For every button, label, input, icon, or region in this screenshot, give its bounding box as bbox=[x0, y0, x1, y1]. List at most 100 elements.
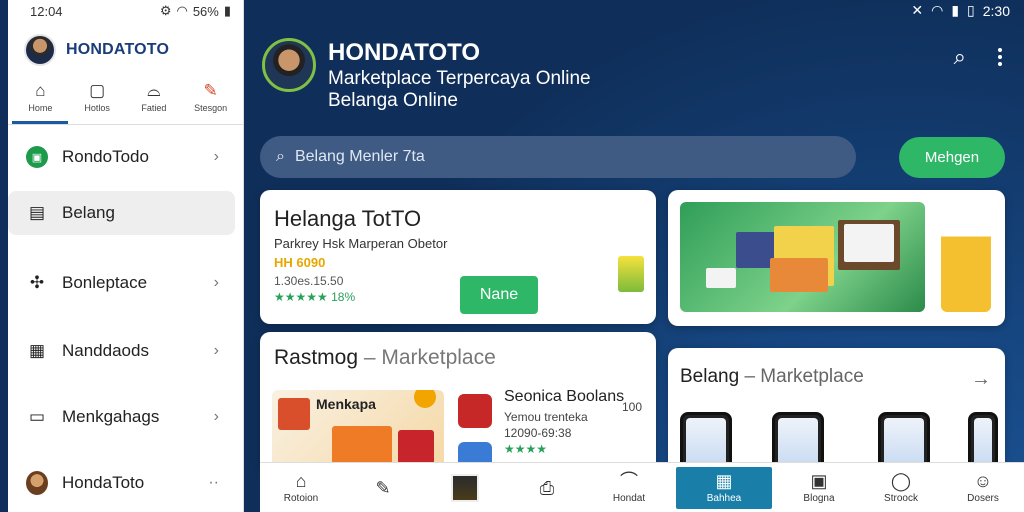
marketplace-card-2[interactable]: Belang – Marketplace → bbox=[668, 348, 1005, 472]
search-input[interactable] bbox=[294, 148, 840, 166]
wifi-icon: ◠ bbox=[931, 2, 944, 18]
status-time: 2:30 bbox=[982, 2, 1010, 19]
product-rating: ★★★★ bbox=[504, 442, 548, 456]
nav-label: Stroock bbox=[884, 493, 918, 504]
nav-item-blogna[interactable]: ▣ Blogna bbox=[784, 471, 854, 504]
avatar[interactable] bbox=[24, 34, 56, 66]
product-info: Seonica Boolans Yemou trenteka 12090-69:… bbox=[504, 388, 624, 456]
more-options-icon[interactable] bbox=[998, 48, 1002, 66]
promo-side-image bbox=[941, 204, 991, 312]
app-header: HONDATOTO Marketplace Terpercaya Online … bbox=[262, 38, 591, 112]
tab-home[interactable]: ⌂ Home bbox=[12, 81, 69, 124]
menu-item-nanddaods[interactable]: ▦ Nanddaods › bbox=[8, 329, 235, 373]
search-button[interactable]: Mehgen bbox=[899, 137, 1005, 178]
settings-icon: ⚙ bbox=[159, 3, 172, 18]
page-title: HONDATOTO bbox=[328, 39, 481, 66]
nav-label: Hondat bbox=[612, 493, 646, 504]
menu-item-rondotodo[interactable]: ▣ RondoTodo › bbox=[8, 135, 235, 179]
profile-icon: ☺ bbox=[973, 471, 993, 491]
tab-hotlos[interactable]: ▢ Hotlos bbox=[69, 82, 125, 124]
menu-item-menkgahags[interactable]: ▭ Menkgahags › bbox=[8, 395, 235, 439]
section-title: Belang – Marketplace bbox=[680, 366, 993, 388]
card-price: HH 6090 bbox=[274, 255, 326, 270]
product-count: 100 bbox=[621, 400, 642, 414]
battery-percent: 56% bbox=[192, 3, 219, 19]
status-time-left: 12:04 bbox=[30, 3, 63, 19]
product-thumbnail bbox=[618, 256, 644, 292]
chevron-right-icon: › bbox=[213, 408, 219, 425]
menu-item-label: Bonleptace bbox=[62, 273, 148, 292]
section-title-main: Belang bbox=[680, 366, 740, 387]
search-bar: ⌕ bbox=[260, 136, 856, 178]
avatar[interactable] bbox=[262, 38, 316, 92]
app-name: Menkapa bbox=[316, 396, 376, 412]
app-thumbnail bbox=[451, 473, 479, 502]
tab-fatied[interactable]: ⌓ Fatied bbox=[126, 82, 182, 124]
product-numbers: 12090-69:38 bbox=[504, 426, 572, 440]
app-icon bbox=[458, 394, 492, 428]
menu-item-label: Nanddaods bbox=[62, 341, 149, 360]
promo-banner-image bbox=[680, 202, 925, 312]
arrow-right-icon[interactable]: → bbox=[971, 368, 991, 391]
drawer-menu: ▣ RondoTodo › ▤ Belang ✣ Bonleptace › ▦ … bbox=[8, 125, 243, 505]
edit-icon: ✎ bbox=[375, 477, 391, 498]
menu-item-label: RondoTodo bbox=[62, 147, 149, 166]
calendar-icon: ▢ bbox=[89, 81, 106, 100]
nav-item-thumbnail[interactable] bbox=[430, 473, 500, 502]
nav-item-hondat[interactable]: ⌒ Hondat bbox=[594, 471, 664, 504]
home-icon: ⌂ bbox=[35, 81, 46, 100]
card-stats: 1.30es.15.50 bbox=[274, 274, 344, 288]
nav-item-edit[interactable]: ✎ bbox=[348, 478, 418, 498]
nav-item-stroock[interactable]: ◯ Stroock bbox=[866, 471, 936, 504]
nav-item-bahhea[interactable]: ▦ Bahhea bbox=[676, 466, 772, 509]
battery-icon: ▯ bbox=[967, 2, 975, 18]
store-icon: ▦ bbox=[715, 471, 733, 491]
featured-card[interactable]: Helanga TotTO Parkrey Hsk Marperan Obeto… bbox=[260, 190, 656, 324]
search-icon[interactable]: ⌕ bbox=[954, 44, 966, 70]
mute-icon: ✕ bbox=[911, 2, 924, 18]
section-title: Rastmog – Marketplace bbox=[274, 346, 642, 370]
nav-item-document[interactable]: ⎙ bbox=[512, 478, 582, 498]
product-subtitle: Yemou trenteka bbox=[504, 410, 588, 424]
nav-item-dosers[interactable]: ☺ Dosers bbox=[948, 471, 1018, 504]
marketplace-card[interactable]: Rastmog – Marketplace Menkapa Seonica Bo… bbox=[260, 332, 656, 472]
section-title-muted: – Marketplace bbox=[744, 366, 864, 387]
color-icon: ✎ bbox=[203, 81, 218, 100]
wifi-icon: ◠ bbox=[176, 3, 188, 18]
page-subtitle-2: Belanga Online bbox=[328, 90, 458, 111]
bag-icon: ⌓ bbox=[147, 81, 161, 100]
wallet-icon: ▤ bbox=[28, 203, 46, 222]
menu-item-label: HondaToto bbox=[62, 473, 145, 492]
nav-label: Dosers bbox=[967, 493, 999, 504]
brand-name: HONDATOTO bbox=[66, 41, 170, 58]
nav-item-rotoion[interactable]: ⌂ Rotoion bbox=[266, 471, 336, 504]
section-title-main: Rastmog bbox=[274, 346, 359, 369]
tab-stesgon[interactable]: ✎ Stesgon bbox=[183, 82, 239, 124]
app-badge-icon: ▣ bbox=[26, 146, 48, 168]
gallery-icon: ▣ bbox=[810, 471, 828, 491]
chevron-right-icon: › bbox=[213, 342, 219, 359]
page-subtitle: Marketplace Terpercaya Online bbox=[328, 68, 591, 89]
card-subtitle: Parkrey Hsk Marperan Obetor bbox=[274, 236, 448, 251]
search-icon: ⌕ bbox=[276, 148, 285, 165]
menu-item-hondatoto[interactable]: HondaToto ·· bbox=[8, 461, 235, 505]
box-icon: ▭ bbox=[28, 407, 46, 426]
document-icon: ⎙ bbox=[539, 477, 555, 498]
signal-icon: ▮ bbox=[951, 2, 960, 18]
tab-label: Hotlos bbox=[84, 103, 110, 113]
status-bar-left: 12:04 ⚙ ◠ 56% ▮ bbox=[0, 0, 243, 22]
chevron-right-icon: › bbox=[213, 274, 219, 291]
chevron-right-icon: › bbox=[213, 148, 219, 165]
menu-item-label: Menkgahags bbox=[62, 407, 160, 426]
profile-icon bbox=[26, 471, 48, 495]
chat-icon: ◯ bbox=[890, 471, 912, 491]
navigation-drawer: 12:04 ⚙ ◠ 56% ▮ HONDATOTO ⌂ Home ▢ Hotlo… bbox=[8, 0, 244, 512]
menu-item-bonleptace[interactable]: ✣ Bonleptace › bbox=[8, 261, 235, 305]
promo-card[interactable] bbox=[668, 190, 1005, 326]
bell-icon: ⌒ bbox=[620, 471, 638, 491]
nav-label: Rotoion bbox=[283, 493, 319, 504]
card-action-button[interactable]: Nane bbox=[460, 276, 538, 314]
menu-item-belang[interactable]: ▤ Belang bbox=[8, 191, 235, 235]
tab-label: Fatied bbox=[141, 103, 167, 113]
nav-label: Bahhea bbox=[706, 493, 742, 504]
